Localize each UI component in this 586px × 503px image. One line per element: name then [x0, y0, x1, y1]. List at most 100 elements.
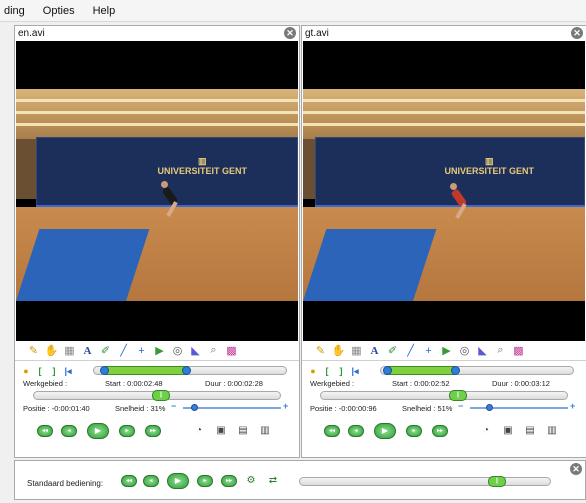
grid-icon[interactable]: ▩: [225, 344, 238, 357]
snapshot-icon[interactable]: ▣: [502, 425, 514, 437]
previous-frame-icon[interactable]: ◂: [143, 475, 159, 487]
polygon-icon[interactable]: ◣: [476, 344, 489, 357]
mark-out-icon[interactable]: ]: [49, 366, 59, 376]
polygon-icon[interactable]: ◣: [189, 344, 202, 357]
next-frame-icon[interactable]: ▸: [119, 425, 135, 437]
video-export-icon[interactable]: ▤: [524, 425, 536, 437]
grid-small-icon[interactable]: ▦: [350, 344, 363, 357]
first-frame-icon[interactable]: ◂◂: [324, 425, 340, 437]
banner-logo: ▥ UNIVERSITEIT GENT: [157, 156, 247, 176]
pen-icon[interactable]: ✐: [386, 344, 399, 357]
video-view[interactable]: ▥ UNIVERSITEIT GENT: [303, 41, 585, 341]
first-frame-icon[interactable]: ◂◂: [37, 425, 53, 437]
angle-icon[interactable]: ▶: [440, 344, 453, 357]
speed-plus-icon[interactable]: +: [283, 401, 288, 411]
mark-in-icon[interactable]: [: [322, 366, 332, 376]
banner-logo: ▥ UNIVERSITEIT GENT: [444, 156, 534, 176]
speed-handle[interactable]: [191, 404, 198, 411]
play-icon[interactable]: ▶: [87, 423, 109, 439]
lock-icon[interactable]: ●: [308, 366, 318, 376]
menu-item-ding[interactable]: ding: [4, 5, 25, 17]
position-track[interactable]: ||: [320, 390, 568, 401]
positie-label: Positie : -0:00:01:40: [23, 404, 90, 413]
save-icon[interactable]: ▥: [546, 425, 558, 437]
speed-minus-icon[interactable]: −: [458, 401, 463, 411]
previous-frame-icon[interactable]: ◂: [61, 425, 77, 437]
timer-icon[interactable]: ◔: [480, 425, 492, 437]
speed-minus-icon[interactable]: −: [171, 401, 176, 411]
point-icon[interactable]: +: [422, 344, 435, 357]
next-frame-icon[interactable]: ▸: [406, 425, 422, 437]
play-icon[interactable]: ▶: [374, 423, 396, 439]
snapshot-icon[interactable]: ▣: [215, 425, 227, 437]
duur-label: Duur : 0:00:03:12: [492, 379, 550, 388]
video-export-icon[interactable]: ▤: [237, 425, 249, 437]
timer-icon[interactable]: ◔: [193, 425, 205, 437]
swap-icon[interactable]: ⇄: [267, 475, 279, 487]
line-icon[interactable]: ╱: [404, 344, 417, 357]
point-icon[interactable]: +: [135, 344, 148, 357]
close-icon[interactable]: ✕: [570, 463, 582, 475]
play-icon[interactable]: ▶: [167, 473, 189, 489]
workarea-start-handle[interactable]: [383, 366, 392, 375]
workarea-end-handle[interactable]: [182, 366, 191, 375]
sync-icon[interactable]: ⚙: [245, 475, 257, 487]
speed-plus-icon[interactable]: +: [570, 401, 575, 411]
video-title: gt.avi: [305, 28, 329, 39]
pen-icon[interactable]: ✐: [99, 344, 112, 357]
text-icon[interactable]: A: [81, 344, 94, 357]
global-position-track[interactable]: ||: [299, 476, 551, 487]
workarea-end-handle[interactable]: [451, 366, 460, 375]
save-icon[interactable]: ▥: [259, 425, 271, 437]
circle-icon[interactable]: ◎: [458, 344, 471, 357]
mark-out-icon[interactable]: ]: [336, 366, 346, 376]
drawing-toolbar: ✎ ✋ ▦ A ✐ ╱ + ▶ ◎ ◣ ⌕ ▩: [302, 341, 586, 361]
zoom-icon[interactable]: ⌕: [207, 344, 220, 357]
video-view[interactable]: ▥ UNIVERSITEIT GENT: [16, 41, 298, 341]
last-frame-icon[interactable]: ▸▸: [145, 425, 161, 437]
position-handle[interactable]: ||: [449, 390, 467, 401]
angle-icon[interactable]: ▶: [153, 344, 166, 357]
position-handle[interactable]: ||: [152, 390, 170, 401]
line-icon[interactable]: ╱: [117, 344, 130, 357]
speed-handle[interactable]: [486, 404, 493, 411]
workarea-segment[interactable]: [387, 366, 455, 375]
standard-controls-bar: Standaard bediening: ◂◂ ◂ ▶ ▸ ▸▸ ⚙ ⇄ || …: [14, 460, 586, 500]
workarea-segment[interactable]: [104, 366, 188, 375]
next-frame-icon[interactable]: ▸: [197, 475, 213, 487]
hand-icon[interactable]: ✋: [332, 344, 346, 357]
last-frame-icon[interactable]: ▸▸: [221, 475, 237, 487]
menu-item-help[interactable]: Help: [93, 5, 116, 17]
workarea-row: ● [ ] |◂: [21, 364, 293, 378]
standard-controls-label: Standaard bediening:: [27, 479, 104, 488]
workarea-track[interactable]: [380, 366, 574, 375]
last-frame-icon[interactable]: ▸▸: [432, 425, 448, 437]
workarea-start-handle[interactable]: [100, 366, 109, 375]
start-label: Start : 0:00:02:52: [392, 379, 450, 388]
goto-start-icon[interactable]: |◂: [350, 366, 360, 376]
first-frame-icon[interactable]: ◂◂: [121, 475, 137, 487]
hand-icon[interactable]: ✋: [45, 344, 59, 357]
grid-small-icon[interactable]: ▦: [63, 344, 76, 357]
banner-text: UNIVERSITEIT GENT: [444, 166, 534, 176]
close-icon[interactable]: ✕: [284, 27, 296, 39]
video-title: en.avi: [18, 28, 45, 39]
mark-in-icon[interactable]: [: [35, 366, 45, 376]
duur-label: Duur : 0:00:02:28: [205, 379, 263, 388]
goto-start-icon[interactable]: |◂: [63, 366, 73, 376]
text-icon[interactable]: A: [368, 344, 381, 357]
speed-track[interactable]: [470, 407, 568, 409]
lock-icon[interactable]: ●: [21, 366, 31, 376]
close-icon[interactable]: ✕: [571, 27, 583, 39]
zoom-icon[interactable]: ⌕: [494, 344, 507, 357]
workarea-track[interactable]: [93, 366, 287, 375]
grid-icon[interactable]: ▩: [512, 344, 525, 357]
global-position-handle[interactable]: ||: [488, 476, 506, 487]
snelheid-label: Snelheid : 51%: [402, 404, 453, 413]
pointer-icon[interactable]: ✎: [314, 344, 327, 357]
menu-item-opties[interactable]: Opties: [43, 5, 75, 17]
position-track[interactable]: ||: [33, 390, 281, 401]
circle-icon[interactable]: ◎: [171, 344, 184, 357]
previous-frame-icon[interactable]: ◂: [348, 425, 364, 437]
pointer-icon[interactable]: ✎: [27, 344, 40, 357]
